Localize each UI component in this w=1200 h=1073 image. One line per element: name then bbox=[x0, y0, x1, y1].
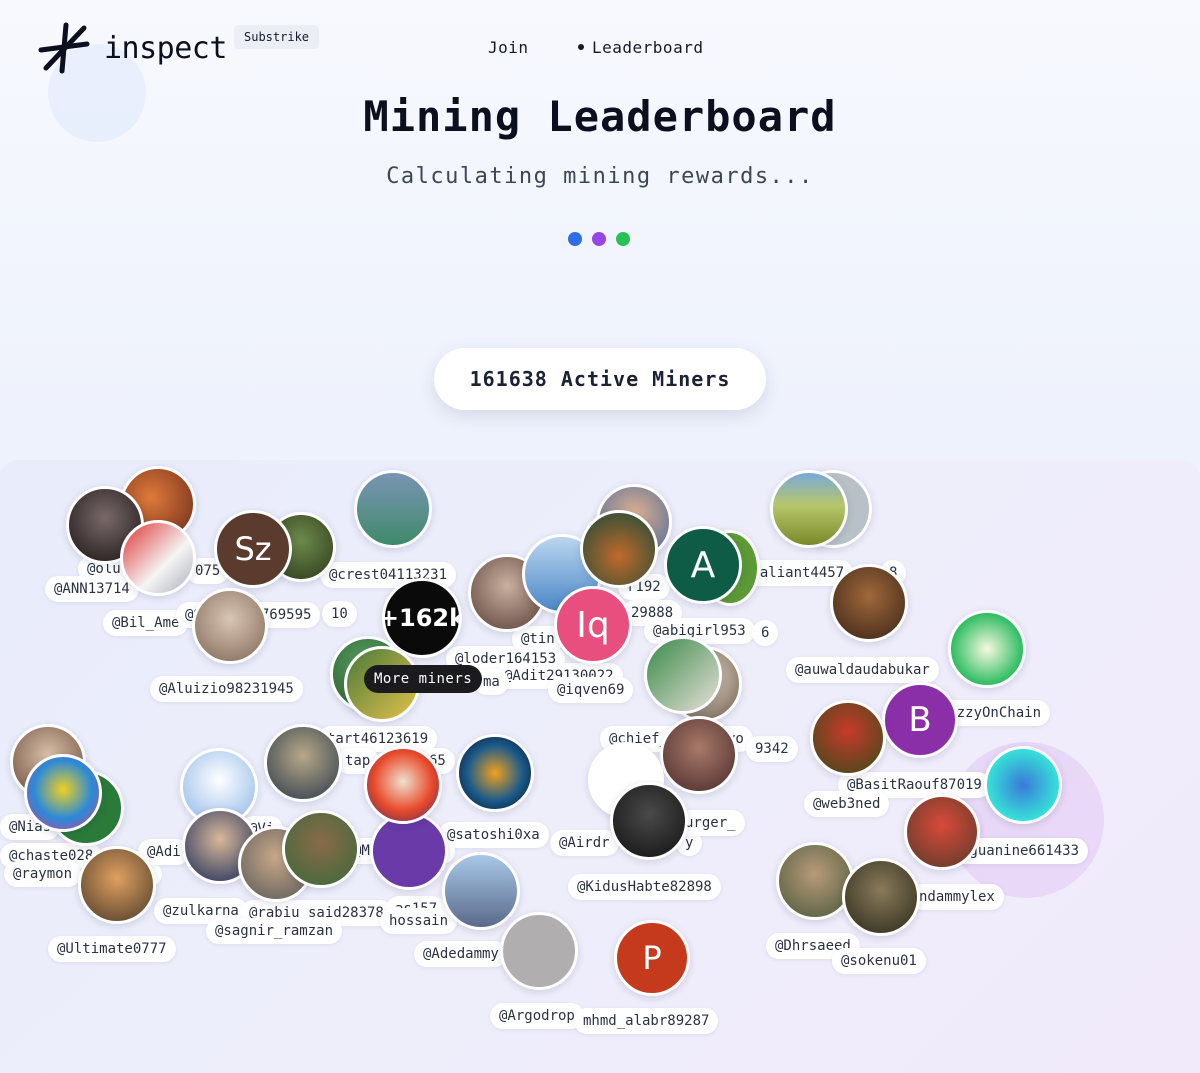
nav-leaderboard-label: Leaderboard bbox=[592, 38, 704, 57]
miner-tag[interactable]: hossain bbox=[380, 908, 458, 934]
miner-avatar-letter[interactable]: Sz bbox=[214, 510, 292, 588]
miner-avatar[interactable] bbox=[830, 564, 908, 642]
miner-avatar[interactable] bbox=[370, 812, 448, 890]
miner-avatar[interactable] bbox=[984, 746, 1062, 824]
miner-avatar[interactable] bbox=[354, 470, 432, 548]
miner-avatar[interactable] bbox=[644, 636, 722, 714]
loader-dot bbox=[568, 232, 582, 246]
miner-avatar[interactable] bbox=[282, 810, 360, 888]
miner-avatar[interactable] bbox=[192, 588, 268, 664]
top-nav: Join Leaderboard bbox=[0, 38, 1200, 62]
miner-tag[interactable]: 10 bbox=[322, 601, 357, 627]
loader-dot bbox=[616, 232, 630, 246]
miner-tag[interactable]: mhmd_alabr89287 bbox=[574, 1008, 719, 1034]
page-subtitle: Calculating mining rewards... bbox=[386, 164, 814, 189]
miner-tag[interactable]: @raymon bbox=[4, 861, 82, 887]
miner-avatar[interactable] bbox=[610, 782, 688, 860]
miner-avatar[interactable] bbox=[364, 746, 442, 824]
miner-tag[interactable]: @Ultimate0777 bbox=[48, 936, 176, 962]
miner-tag[interactable]: @sagnir_ramzan bbox=[206, 918, 343, 944]
miner-avatar[interactable] bbox=[78, 846, 156, 924]
active-miners-counter: 161638 Active Miners bbox=[434, 348, 766, 410]
miner-avatar-letter[interactable]: Iq bbox=[554, 586, 632, 664]
miner-avatar[interactable] bbox=[24, 754, 102, 832]
miner-tag[interactable]: @Argodrop bbox=[490, 1003, 584, 1029]
miner-tag[interactable]: @auwaldaudabukar bbox=[786, 657, 939, 683]
miner-tag[interactable]: 9342 bbox=[746, 736, 798, 762]
miner-tag[interactable]: @iqven69 bbox=[548, 677, 634, 703]
miner-avatar[interactable] bbox=[500, 912, 578, 990]
loader-dot bbox=[592, 232, 606, 246]
miner-avatar-letter[interactable]: P bbox=[614, 920, 690, 996]
miner-avatar-letter[interactable]: A bbox=[664, 526, 742, 604]
miner-avatar[interactable] bbox=[660, 716, 738, 794]
miner-tag[interactable]: @ANN13714 bbox=[45, 576, 139, 602]
miner-avatar[interactable] bbox=[904, 794, 980, 870]
active-dot-icon bbox=[578, 44, 584, 50]
miner-avatar-letter[interactable]: B bbox=[882, 682, 958, 758]
nav-join-link[interactable]: Join bbox=[488, 38, 529, 57]
miner-avatar[interactable] bbox=[770, 470, 848, 548]
miner-tag[interactable]: @Adedammy bbox=[414, 941, 508, 967]
miner-avatar[interactable] bbox=[776, 842, 854, 920]
nav-leaderboard-link[interactable]: Leaderboard bbox=[578, 38, 703, 57]
miner-avatar[interactable] bbox=[948, 610, 1026, 688]
more-miners-button[interactable]: More miners bbox=[364, 665, 483, 693]
miner-tag[interactable]: @sokenu01 bbox=[832, 948, 926, 974]
miner-tag[interactable]: ndammylex bbox=[910, 884, 1004, 910]
miner-avatar[interactable] bbox=[264, 724, 342, 802]
miner-tag[interactable]: 6 bbox=[752, 620, 779, 646]
miner-avatar[interactable] bbox=[810, 700, 886, 776]
miner-tag[interactable]: @Airdr bbox=[550, 830, 619, 856]
miner-cloud: @olu @ANN13714 075 @Bil_Ame @Szymon14769… bbox=[0, 460, 1200, 1073]
miner-tag[interactable]: @satoshi0xa bbox=[438, 822, 549, 848]
miner-avatar[interactable] bbox=[842, 858, 920, 936]
loading-indicator bbox=[568, 232, 630, 246]
miner-avatar[interactable] bbox=[120, 520, 196, 596]
miner-avatar[interactable] bbox=[580, 510, 658, 588]
page-title: Mining Leaderboard bbox=[363, 92, 837, 141]
miner-avatar[interactable] bbox=[442, 852, 520, 930]
miner-tag[interactable]: @Aluizio98231945 bbox=[150, 676, 303, 702]
miner-tag[interactable]: @web3ned bbox=[804, 791, 890, 817]
miner-avatar[interactable] bbox=[456, 734, 534, 812]
miner-tag[interactable]: @KidusHabte82898 bbox=[568, 874, 721, 900]
